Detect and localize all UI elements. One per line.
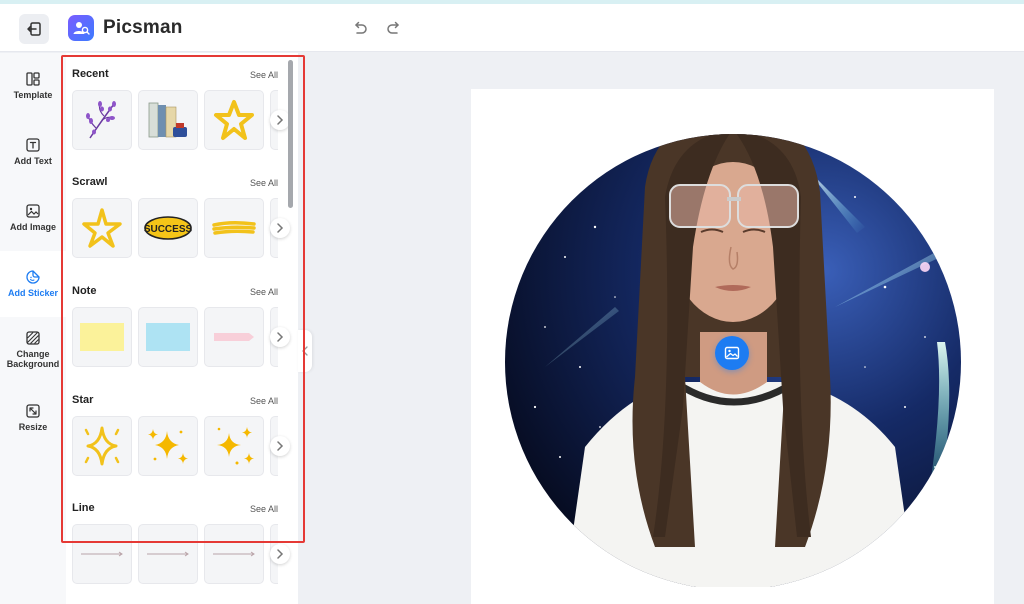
- sticker-arrow-line[interactable]: [204, 524, 264, 584]
- chevron-left-icon: [302, 346, 308, 356]
- redo-icon[interactable]: [385, 20, 403, 38]
- chevron-right-icon: [277, 332, 284, 342]
- back-icon: [27, 22, 41, 36]
- undo-icon[interactable]: [351, 20, 369, 38]
- top-bar: Picsman: [0, 4, 1024, 52]
- scattered-stars-icon: [217, 427, 254, 465]
- sticker-yellow-brush-stroke[interactable]: [204, 198, 264, 258]
- nav-label: Add Image: [9, 222, 56, 232]
- background-icon: [26, 331, 40, 345]
- section-line: Line See All: [72, 502, 290, 586]
- sticker-books-and-ink[interactable]: [138, 90, 198, 150]
- resize-icon: [26, 404, 40, 418]
- text-icon: [26, 138, 40, 152]
- nav-label: Template: [13, 90, 53, 100]
- see-all-link[interactable]: See All: [250, 396, 278, 406]
- pink-arrow-icon: [214, 333, 254, 341]
- sticker-arrow-line[interactable]: [138, 524, 198, 584]
- sticker-twinkle-stars[interactable]: [138, 416, 198, 476]
- sticker-icon: [26, 270, 40, 284]
- sticker-panel: Recent See All Scrawl See All SUCCESS No…: [66, 53, 298, 604]
- scrawl-star-icon: [82, 208, 122, 248]
- nav-resize[interactable]: Resize: [0, 385, 66, 451]
- app-logo: [68, 15, 94, 41]
- logo-icon: [73, 22, 90, 35]
- sticker-yellow-star[interactable]: [204, 90, 264, 150]
- replace-image-button[interactable]: [715, 336, 749, 370]
- scroll-right-button[interactable]: [270, 327, 290, 347]
- chevron-right-icon: [277, 549, 284, 559]
- sticker-scattered-stars[interactable]: [204, 416, 264, 476]
- collapse-panel-button[interactable]: [298, 330, 312, 372]
- nav-add-sticker[interactable]: Add Sticker: [0, 251, 66, 317]
- chevron-right-icon: [277, 223, 284, 233]
- books-icon: [148, 102, 187, 138]
- see-all-link[interactable]: See All: [250, 287, 278, 297]
- section-title: Line: [72, 502, 95, 514]
- image-icon: [724, 346, 740, 360]
- twinkle-stars-icon: [148, 429, 188, 464]
- scroll-right-button[interactable]: [270, 436, 290, 456]
- left-nav: Template Add Text Add Image Add Sticker …: [0, 53, 66, 604]
- section-title: Note: [72, 285, 97, 297]
- section-title: Recent: [72, 68, 109, 80]
- section-title: Star: [72, 394, 94, 406]
- template-icon: [26, 72, 40, 86]
- see-all-link[interactable]: See All: [250, 178, 278, 188]
- nav-label: Change Background: [6, 349, 60, 369]
- sticker-yellow-note[interactable]: [72, 307, 132, 367]
- section-recent: Recent See All: [72, 68, 290, 152]
- arrow-line-icon: [81, 551, 123, 557]
- scroll-right-button[interactable]: [270, 218, 290, 238]
- sticker-sparkle-star[interactable]: [72, 416, 132, 476]
- nav-label: Add Text: [14, 156, 52, 166]
- nav-add-text[interactable]: Add Text: [0, 119, 66, 185]
- image-icon: [26, 204, 40, 218]
- nav-change-background[interactable]: Change Background: [0, 317, 66, 383]
- panel-scrollbar[interactable]: [288, 60, 293, 208]
- nav-label: Resize: [18, 422, 48, 432]
- brush-stroke-icon: [212, 220, 256, 235]
- section-star: Star See All: [72, 394, 290, 478]
- yellow-note-shape: [80, 323, 124, 351]
- arrow-line-icon: [213, 551, 255, 557]
- sparkle-star-icon: [84, 426, 120, 466]
- back-button[interactable]: [19, 14, 49, 44]
- blue-note-shape: [146, 323, 190, 351]
- lavender-sprig-icon: [86, 101, 116, 139]
- star-icon: [214, 100, 254, 140]
- app-title: Picsman: [103, 17, 183, 38]
- sticker-success-badge[interactable]: SUCCESS: [138, 198, 198, 258]
- section-scrawl: Scrawl See All SUCCESS: [72, 176, 290, 260]
- sticker-scrawl-star[interactable]: [72, 198, 132, 258]
- see-all-link[interactable]: See All: [250, 70, 278, 80]
- sticker-lavender-sprig[interactable]: [72, 90, 132, 150]
- arrow-line-icon: [147, 551, 189, 557]
- chevron-right-icon: [277, 441, 284, 451]
- success-text: SUCCESS: [144, 224, 193, 235]
- nav-add-image[interactable]: Add Image: [0, 185, 66, 251]
- nav-label: Add Sticker: [7, 288, 58, 298]
- section-note: Note See All: [72, 285, 290, 369]
- sticker-blue-note[interactable]: [138, 307, 198, 367]
- scroll-right-button[interactable]: [270, 544, 290, 564]
- section-title: Scrawl: [72, 176, 108, 188]
- nav-template[interactable]: Template: [0, 53, 66, 119]
- scroll-right-button[interactable]: [270, 110, 290, 130]
- see-all-link[interactable]: See All: [250, 504, 278, 514]
- sticker-pink-arrow-note[interactable]: [204, 307, 264, 367]
- chevron-right-icon: [277, 115, 284, 125]
- sticker-arrow-line[interactable]: [72, 524, 132, 584]
- success-badge-icon: SUCCESS: [144, 216, 193, 240]
